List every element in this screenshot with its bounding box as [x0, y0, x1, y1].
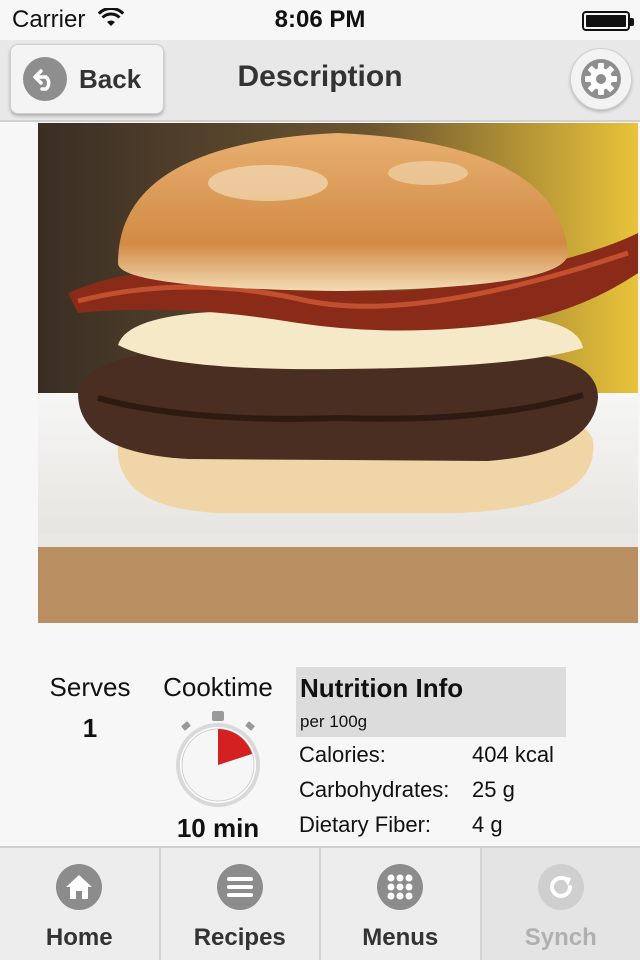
list-icon [216, 864, 263, 910]
nutrition-label: Dietary Fiber: [299, 811, 432, 837]
tab-menus[interactable]: Menus [321, 848, 482, 960]
nutrition-label: Calories: [299, 741, 386, 767]
tab-recipes[interactable]: Recipes [161, 848, 321, 960]
tab-label: Recipes [193, 924, 286, 951]
page-title: Description [237, 60, 403, 93]
nutrition-row: Dietary Fiber: 4 g [296, 807, 566, 842]
nutrition-title: Nutrition Info [300, 673, 464, 703]
nutrition-value: 4 g [472, 811, 503, 837]
navigation-bar: Back Description [0, 40, 640, 122]
nutrition-value: 25 g [472, 776, 515, 802]
sync-icon [537, 864, 584, 910]
cooktime-info: Cooktime 10 min [154, 672, 282, 844]
clock: 8:06 PM [274, 6, 366, 33]
nutrition-value: 404 kcal [472, 741, 554, 767]
recipe-photo [38, 123, 638, 623]
nutrition-subtitle: per 100g [300, 712, 368, 731]
serves-label: Serves [49, 672, 131, 702]
battery-icon [582, 11, 634, 31]
settings-button[interactable] [570, 48, 632, 110]
nutrition-header: Nutrition Info per 100g [296, 667, 566, 737]
nutrition-label: Carbohydrates: [299, 776, 450, 802]
home-icon [56, 864, 103, 910]
tab-synch[interactable]: Synch [481, 848, 640, 960]
serves-value: 1 [82, 713, 98, 743]
tab-home[interactable]: Home [0, 848, 161, 960]
nutrition-row: Calories: 404 kcal [296, 737, 566, 772]
serves-info: Serves 1 [40, 672, 140, 744]
cooktime-label: Cooktime [163, 672, 273, 702]
tab-bar: Home Recipes Menus Synch [0, 846, 640, 960]
tab-label: Synch [524, 924, 597, 951]
tab-label: Menus [362, 924, 439, 951]
cooktime-value: 10 min [176, 813, 260, 843]
status-bar: Carrier 8:06 PM [0, 0, 640, 40]
nutrition-panel: Nutrition Info per 100g Calories: 404 kc… [296, 667, 566, 842]
stopwatch-icon [176, 711, 260, 807]
nutrition-row: Carbohydrates: 25 g [296, 772, 566, 807]
tab-label: Home [45, 924, 113, 951]
grid-icon [377, 864, 424, 910]
gear-icon [581, 59, 621, 99]
